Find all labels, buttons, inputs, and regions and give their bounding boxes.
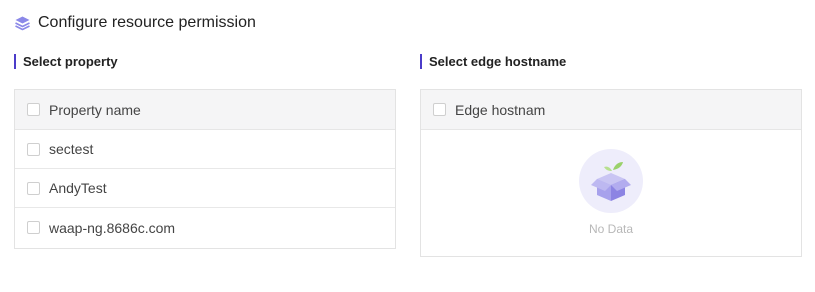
section-accent-bar <box>14 54 16 69</box>
table-row[interactable]: sectest <box>15 130 395 169</box>
hostname-table-header: Edge hostnam <box>421 90 801 130</box>
row-checkbox[interactable] <box>27 142 40 156</box>
hostname-section-title: Select edge hostname <box>429 54 567 69</box>
page-header: Configure resource permission <box>14 12 256 34</box>
property-name: sectest <box>49 141 94 157</box>
page-title: Configure resource permission <box>38 14 256 31</box>
no-data-text: No Data <box>588 222 634 236</box>
table-row[interactable]: waap-ng.8686c.com <box>15 208 395 247</box>
hostname-section-label: Select edge hostname <box>420 53 566 70</box>
table-row[interactable]: AndyTest <box>15 169 395 208</box>
property-table-header: Property name <box>15 90 395 130</box>
layers-icon <box>14 15 31 32</box>
section-accent-bar <box>420 54 422 69</box>
row-checkbox[interactable] <box>27 181 40 195</box>
property-section-label: Select property <box>14 53 118 70</box>
property-name-column-header: Property name <box>49 101 141 118</box>
property-name: AndyTest <box>49 180 107 196</box>
edge-hostname-column-header: Edge hostnam <box>455 101 546 118</box>
select-all-hostnames-checkbox[interactable] <box>433 103 446 116</box>
select-all-properties-checkbox[interactable] <box>27 103 40 116</box>
property-section-title: Select property <box>23 54 118 69</box>
property-table: Property name sectest AndyTest waap-ng.8… <box>14 89 396 249</box>
empty-box-icon <box>579 149 643 213</box>
row-checkbox[interactable] <box>27 221 40 234</box>
hostname-table: Edge hostnam No Data <box>420 89 802 257</box>
property-name: waap-ng.8686c.com <box>49 219 176 236</box>
empty-state: No Data <box>421 130 801 256</box>
